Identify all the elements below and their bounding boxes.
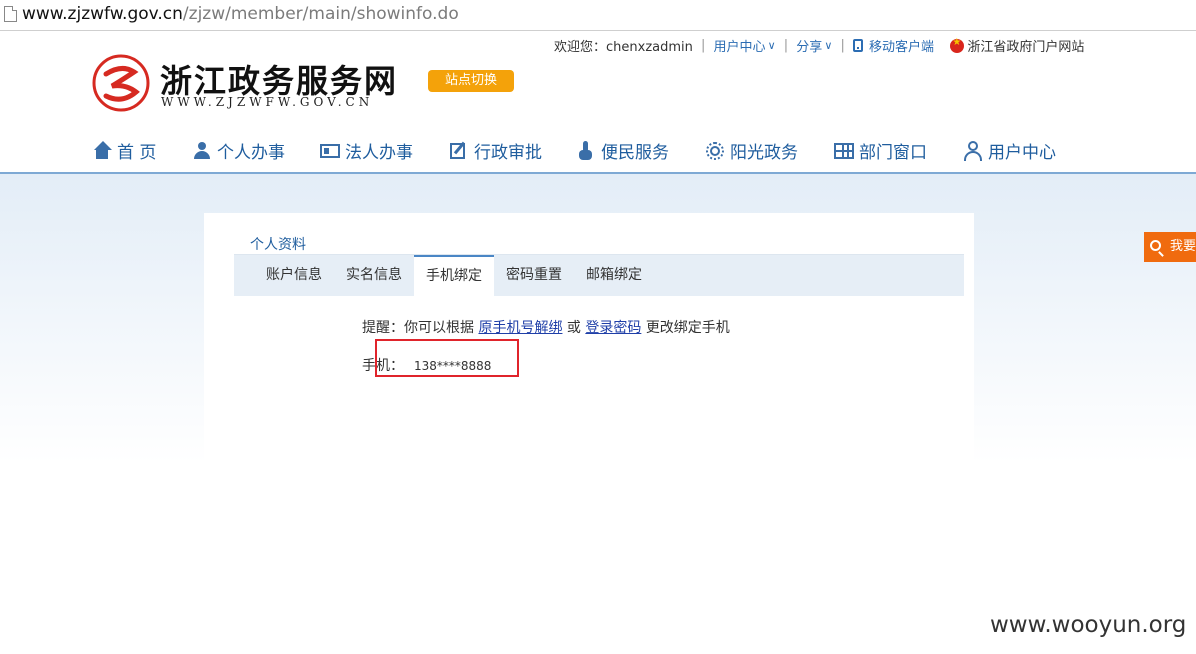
nav-home[interactable]: 首 页 xyxy=(92,138,156,164)
separator: | xyxy=(783,38,789,53)
national-emblem-icon xyxy=(950,37,965,53)
separator: | xyxy=(840,38,845,53)
highlight-annotation xyxy=(375,339,519,377)
url-text[interactable]: www.zjzwfw.gov.cn/zjzw/member/main/showi… xyxy=(22,4,459,24)
browser-url-bar[interactable]: www.zjzwfw.gov.cn/zjzw/member/main/showi… xyxy=(0,0,1196,31)
home-icon xyxy=(92,140,112,161)
grid-icon xyxy=(834,141,854,161)
url-host: www.zjzwfw.gov.cn xyxy=(22,4,183,24)
tab-account-info[interactable]: 账户信息 xyxy=(254,255,334,296)
tab-password-reset[interactable]: 密码重置 xyxy=(494,255,574,296)
hand-icon xyxy=(576,140,596,161)
site-logo-icon[interactable] xyxy=(92,54,150,112)
nav-label: 个人办事 xyxy=(217,143,285,163)
side-float-label: 我要 xyxy=(1170,239,1196,254)
nav-label: 便民服务 xyxy=(601,143,669,163)
sun-icon xyxy=(705,141,725,161)
profile-panel: 个人资料 账户信息 实名信息 手机绑定 密码重置 邮箱绑定 提醒：你可以根据 原… xyxy=(204,213,974,463)
watermark: www.wooyun.org xyxy=(990,612,1187,638)
nav-personal-affairs[interactable]: 个人办事 xyxy=(192,138,285,164)
site-switch-button[interactable]: 站点切换 xyxy=(428,70,514,92)
chevron-down-icon[interactable]: ∨ xyxy=(768,39,776,52)
utility-bar: 欢迎您：chenxzadmin | 用户中心∨ | 分享∨ | 移动客户端 浙江… xyxy=(554,36,1084,56)
hint-suffix: 更改绑定手机 xyxy=(645,320,730,336)
side-float-button[interactable]: 我要 xyxy=(1144,232,1196,262)
hint-or: 或 xyxy=(566,320,581,336)
separator: | xyxy=(701,38,706,53)
nav-label: 部门窗口 xyxy=(859,143,927,163)
login-password-link[interactable]: 登录密码 xyxy=(585,320,641,336)
user-center-link[interactable]: 用户中心 xyxy=(714,36,766,55)
portal-link[interactable]: 浙江省政府门户网站 xyxy=(967,36,1084,55)
person-icon xyxy=(192,141,212,161)
panel-title: 个人资料 xyxy=(250,237,306,253)
hint-prefix: 提醒：你可以根据 xyxy=(362,320,474,336)
nav-label: 行政审批 xyxy=(474,143,542,163)
tab-phone-binding[interactable]: 手机绑定 xyxy=(414,255,494,296)
edit-icon xyxy=(449,141,469,161)
chevron-down-icon[interactable]: ∨ xyxy=(824,39,832,52)
site-subtitle: WWW.ZJZWFW.GOV.CN xyxy=(161,95,374,109)
page-icon xyxy=(4,6,17,22)
user-icon xyxy=(963,140,983,161)
mobile-client-link[interactable]: 移动客户端 xyxy=(869,36,934,55)
nav-label: 用户中心 xyxy=(988,143,1056,163)
tab-real-name-info[interactable]: 实名信息 xyxy=(334,255,414,296)
nav-corporate-affairs[interactable]: 法人办事 xyxy=(320,138,413,164)
unbind-original-phone-link[interactable]: 原手机号解绑 xyxy=(478,320,562,336)
nav-department-window[interactable]: 部门窗口 xyxy=(834,138,927,164)
nav-public-services[interactable]: 便民服务 xyxy=(576,138,669,164)
nav-sunshine-affairs[interactable]: 阳光政务 xyxy=(705,138,798,164)
tab-email-binding[interactable]: 邮箱绑定 xyxy=(574,255,654,296)
welcome-text: 欢迎您：chenxzadmin xyxy=(554,40,693,55)
nav-user-center[interactable]: 用户中心 xyxy=(963,138,1056,164)
share-link[interactable]: 分享 xyxy=(796,36,822,55)
nav-label: 首 页 xyxy=(117,143,157,163)
profile-tabs: 账户信息 实名信息 手机绑定 密码重置 邮箱绑定 xyxy=(234,255,964,296)
nav-admin-approval[interactable]: 行政审批 xyxy=(449,138,542,164)
nav-label: 阳光政务 xyxy=(730,143,798,163)
url-path: /zjzw/member/main/showinfo.do xyxy=(182,4,459,24)
search-icon xyxy=(1150,240,1161,251)
nav-label: 法人办事 xyxy=(345,143,413,163)
id-card-icon xyxy=(320,141,340,161)
mobile-phone-icon xyxy=(853,39,864,52)
binding-hint: 提醒：你可以根据 原手机号解绑 或 登录密码 更改绑定手机 xyxy=(362,317,730,337)
